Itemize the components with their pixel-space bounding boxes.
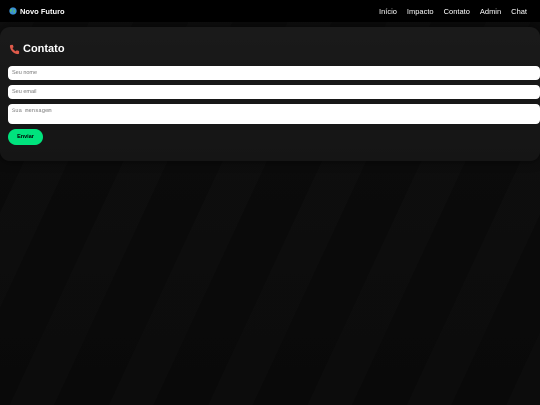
contact-title-text: Contato: [23, 43, 65, 55]
brand[interactable]: Novo Futuro: [9, 7, 65, 16]
message-textarea[interactable]: [8, 104, 540, 124]
nav-link-impacto[interactable]: Impacto: [407, 7, 434, 16]
contact-card: Contato Enviar: [0, 27, 540, 161]
name-input[interactable]: [8, 66, 540, 80]
email-input[interactable]: [8, 85, 540, 99]
top-navbar: Novo Futuro Início Impacto Contato Admin…: [0, 0, 540, 22]
nav-link-admin[interactable]: Admin: [480, 7, 501, 16]
brand-label: Novo Futuro: [20, 6, 65, 16]
nav-links: Início Impacto Contato Admin Chat: [379, 7, 527, 16]
globe-icon: [9, 7, 17, 15]
contact-title: Contato: [9, 43, 65, 55]
nav-link-chat[interactable]: Chat: [511, 7, 527, 16]
nav-link-contato[interactable]: Contato: [444, 7, 470, 16]
phone-icon: [9, 44, 20, 54]
nav-link-inicio[interactable]: Início: [379, 7, 397, 16]
send-button[interactable]: Enviar: [8, 129, 43, 145]
